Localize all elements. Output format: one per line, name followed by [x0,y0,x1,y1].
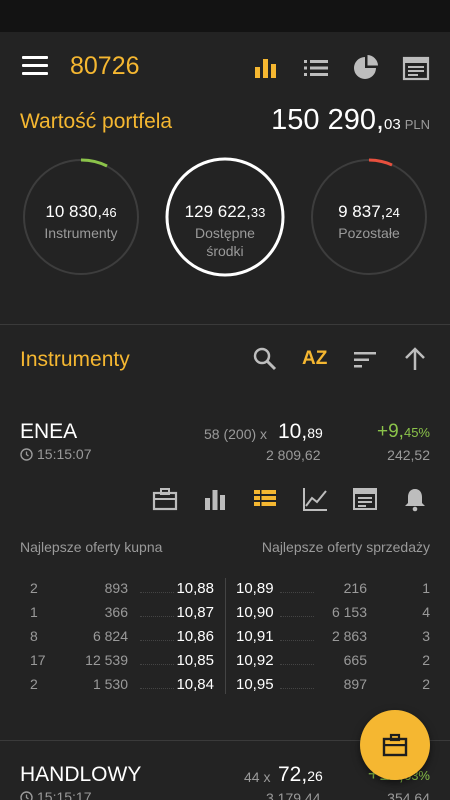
dotted-leader [280,664,314,665]
orderbook-cell-bv: 366 [104,604,128,620]
bar-chart-icon[interactable] [252,54,280,82]
orderbook-cell-bc: 2 [30,676,38,692]
stock-quantity: 58 (200) x [204,426,268,442]
orderbook-row[interactable]: 8 6 824 10,86 10,91 2 863 3 [0,628,450,652]
dotted-leader [140,664,174,665]
list-icon[interactable] [302,54,330,82]
orderbook-cell-sp: 10,91 [236,628,274,645]
gauge-label: Pozostałe [338,225,400,241]
stock-change: +9,45% [377,421,430,442]
dotted-leader [280,616,314,617]
orderbook-cell-bv: 12 539 [85,652,128,668]
search-icon[interactable] [252,346,278,372]
stock-time: 15:15:17 [20,789,92,800]
top-bar: 80726 [0,32,450,102]
line-chart-icon[interactable] [302,486,328,512]
gauge-value: 9 837,24 [338,202,400,221]
orderbook-cell-bv: 6 824 [92,628,128,644]
calendar-icon[interactable] [352,486,378,512]
account-number[interactable]: 80726 [70,52,140,81]
stock-quantity: 44 x [244,769,271,785]
gauge-other[interactable]: 9 837,24 Pozostałe [310,158,428,276]
pie-chart-icon[interactable] [352,54,380,82]
orderbook-cell-sv: 216 [343,580,367,596]
sort-az-button[interactable]: AZ [302,348,327,370]
orderbook-cell-bc: 2 [30,580,38,596]
orderbook-cell-sv: 665 [343,652,367,668]
orderbook-cell-bp: 10,84 [176,676,214,693]
stock-time: 15:15:07 [20,446,92,462]
dotted-leader [280,592,314,593]
orderbook-row[interactable]: 2 893 10,88 10,89 216 1 [0,580,450,604]
orderbook-cell-sp: 10,89 [236,580,274,597]
orderbook-cell-sv: 897 [343,676,367,692]
bar-chart-icon[interactable] [202,486,228,512]
sort-icon[interactable] [352,347,378,373]
stock-name: ENEA [20,420,78,443]
stock-value: 3 179,44 [266,790,321,800]
dotted-leader [140,616,174,617]
stock-value: 2 809,62 [266,447,321,463]
orderbook-cell-bp: 10,88 [176,580,214,597]
orderbook-cell-sp: 10,95 [236,676,274,693]
orderbook-row[interactable]: 17 12 539 10,85 10,92 665 2 [0,652,450,676]
dotted-leader [140,592,174,593]
arrow-up-icon[interactable] [402,346,428,372]
clock-icon [20,448,33,461]
orderbook-icon[interactable] [252,486,278,512]
instruments-title: Instrumenty [20,348,130,371]
divider [0,324,450,325]
sell-offers-label: Najlepsze oferty sprzedaży [261,539,430,555]
orderbook-row[interactable]: 1 366 10,87 10,90 6 153 4 [0,604,450,628]
orderbook-cell-sv: 6 153 [331,604,367,620]
orderbook-cell-bc: 17 [30,652,46,668]
calendar-icon[interactable] [402,54,430,82]
gauge-label: Instrumenty [44,225,118,241]
stock-price: 72,26 [278,763,323,786]
orderbook-cell-sc: 2 [422,652,430,668]
portfolio-title: Wartość portfela [20,110,173,133]
orderbook-cell-sc: 4 [422,604,430,620]
gauge-available-funds[interactable]: 129 622,33 Dostępne środki [165,157,285,277]
briefcase-icon [382,733,408,757]
orderbook-row[interactable]: 2 1 530 10,84 10,95 897 2 [0,676,450,700]
orderbook-cell-bv: 893 [104,580,128,596]
buy-offers-label: Najlepsze oferty kupna [20,539,163,555]
stock-profit: 354,64 [387,790,430,800]
dotted-leader [140,688,174,689]
orderbook-cell-bc: 1 [30,604,38,620]
orderbook-cell-sc: 1 [422,580,430,596]
portfolio-fab-button[interactable] [360,710,430,780]
orderbook-cell-bp: 10,86 [176,628,214,645]
status-bar [0,0,450,32]
gauge-value: 10 830,46 [45,202,117,221]
portfolio-value: 150 290,03 PLN [271,104,430,136]
menu-icon[interactable] [22,56,48,78]
gauge-label: Dostępne środki [195,225,255,259]
orderbook-cell-bc: 8 [30,628,38,644]
dotted-leader [140,640,174,641]
bell-icon[interactable] [402,486,428,512]
clock-icon [20,791,33,800]
orderbook-cell-sp: 10,92 [236,652,274,669]
orderbook-cell-sc: 2 [422,676,430,692]
dotted-leader [280,640,314,641]
gauge-value: 129 622,33 [184,202,266,221]
stock-price: 10,89 [278,420,323,443]
orderbook-cell-sc: 3 [422,628,430,644]
stock-profit: 242,52 [387,447,430,463]
gauge-instruments[interactable]: 10 830,46 Instrumenty [22,158,140,276]
orderbook-cell-sp: 10,90 [236,604,274,621]
orderbook-cell-sv: 2 863 [331,628,367,644]
stock-name: HANDLOWY [20,763,142,786]
briefcase-icon[interactable] [152,486,178,512]
orderbook-cell-bp: 10,85 [176,652,214,669]
orderbook-cell-bv: 1 530 [92,676,128,692]
orderbook-cell-bp: 10,87 [176,604,214,621]
dotted-leader [280,688,314,689]
